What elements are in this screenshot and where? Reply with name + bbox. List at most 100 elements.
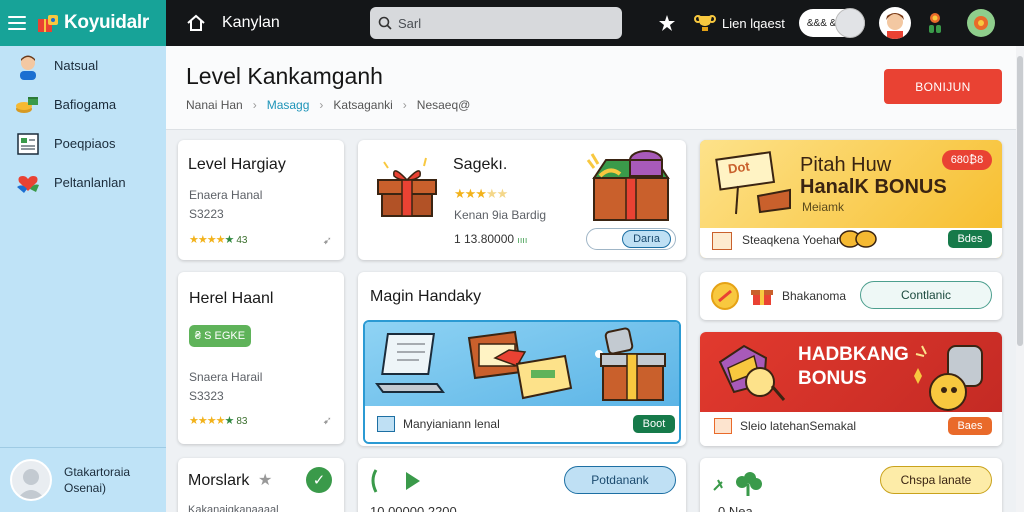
breadcrumb-item-active[interactable]: Masagg	[267, 98, 310, 112]
rating-stars: ★★★★★ 83	[189, 415, 248, 427]
arrow-icon[interactable]: ➹	[323, 234, 332, 247]
user-avatar-icon[interactable]	[878, 7, 911, 39]
red-promo-button[interactable]: Baes	[948, 417, 992, 435]
laptop-icon	[375, 333, 445, 393]
level-card-2[interactable]: Herel Haanl ₴ S EGKE Snaera Harail S3323…	[178, 272, 344, 444]
topbar: Kanylan Sarl Lien lqaest &&& &&	[166, 0, 1024, 46]
gift-small-icon	[751, 290, 773, 305]
hamburger-menu-icon[interactable]	[8, 16, 26, 30]
breadcrumb-item[interactable]: Nesaeq@	[417, 98, 471, 112]
page-header: Level Kankamganh Nanai Han › Masagg › Ka…	[166, 46, 1016, 130]
brand-bar: Koyuidalr	[0, 0, 166, 46]
bonus-promo-card[interactable]: Dot Pitah Huw HanalK BONUS Meiamk 680₿8 …	[700, 140, 1002, 258]
check-icon[interactable]: ✓	[306, 467, 332, 493]
marker-card[interactable]: Morslark ★ ✓ Kakanaiqkanaaaal	[178, 458, 344, 512]
settings-avatar-icon[interactable]	[966, 9, 995, 37]
home-icon[interactable]	[186, 13, 206, 33]
chevron-right-icon: ›	[252, 98, 257, 112]
star-icon[interactable]	[658, 14, 676, 32]
red-promo-title: HADBKANG	[798, 344, 909, 365]
profile-name: Gtakartoraia	[64, 465, 131, 479]
clover-button[interactable]: Chspa lanate	[880, 466, 992, 494]
promo-badge: 680₿8	[942, 150, 992, 170]
app-title[interactable]: Koyuidalr	[64, 12, 149, 34]
gem-house-icon	[718, 344, 786, 401]
promo-subtitle: HanalK BONUS	[800, 176, 947, 198]
card-title: Herel Haanl	[189, 290, 274, 307]
promo-button[interactable]: Bdes	[948, 230, 992, 248]
clipboard-icon	[14, 130, 42, 158]
grid-icon	[377, 416, 395, 432]
card-title: Level Hargiay	[188, 156, 286, 173]
breadcrumb-item[interactable]: Katsaganki	[333, 98, 392, 112]
continue-label: Bhakanoma	[782, 289, 847, 303]
arrow-icon[interactable]: ➹	[323, 414, 332, 427]
fire-icon[interactable]	[925, 11, 945, 35]
level-text: Lien lqaest	[722, 15, 785, 31]
continue-button[interactable]: Contlanic	[860, 281, 992, 309]
sign-post-icon	[715, 151, 791, 215]
logo-gift-icon	[38, 15, 58, 32]
rating-stars: ★★★★★	[454, 186, 508, 201]
phone-button[interactable]: Potdanank	[564, 466, 676, 494]
card-desc: Kenan 9ia Bardig	[454, 208, 547, 222]
red-bonus-card[interactable]: HADBKANG BONUS Sleio latehanSemakal Baes	[700, 332, 1002, 446]
money-box-icon	[467, 330, 573, 400]
search-icon	[378, 16, 392, 30]
coupon-icon	[712, 232, 732, 250]
sidebar-item-label: Peltanlanlan	[54, 175, 126, 190]
search-placeholder: Sarl	[398, 15, 422, 31]
topbar-title: Kanylan	[222, 14, 280, 31]
illustration-button[interactable]: Boot	[633, 415, 675, 433]
sidebar-item-poeqpiaos[interactable]: Poeqpiaos	[0, 124, 166, 163]
mode-toggle[interactable]: &&& &&	[798, 8, 865, 38]
card-line: Snaera Harail	[189, 370, 263, 384]
treasure-chest-icon	[586, 150, 670, 221]
sidebar-item-label: Poeqpiaos	[54, 136, 116, 151]
illustration-frame: Manyianiann lenal Boot	[363, 320, 681, 444]
magic-card[interactable]: Magin Handaky Manyianiann lenal Boot	[358, 272, 686, 446]
toggle-button-label: Darıa	[622, 230, 671, 248]
coins-icon	[839, 230, 877, 248]
level-card-1[interactable]: Level Hargiay Enaera Hanal S3223 ★★★★★ 43…	[178, 140, 344, 260]
level-badge: ₴ S EGKE	[189, 325, 251, 347]
sidebar-item-peltanlanlan[interactable]: Peltanlanlan	[0, 163, 166, 202]
phone-number: 10 00000 2200	[370, 504, 457, 512]
star-outline-icon[interactable]: ★	[258, 470, 272, 490]
profile-avatar-icon	[10, 459, 52, 501]
sidebar-item-label: Natsual	[54, 58, 99, 73]
topbar-actions: Lien lqaest &&& &&	[658, 7, 995, 39]
page-title: Level Kankamganh	[186, 63, 383, 89]
card-line: S3223	[189, 207, 224, 221]
phone-card[interactable]: Potdanank 10 00000 2200	[358, 458, 686, 512]
sign-text: Dot	[727, 158, 751, 177]
sidebar-profile[interactable]: Gtakartoraia Osenai)	[0, 447, 166, 512]
continue-card[interactable]: Bhakanoma Contlanic	[700, 272, 1002, 320]
scrollbar-thumb[interactable]	[1017, 56, 1023, 346]
sidebar-item-label: Bafiogama	[54, 97, 117, 112]
phone-arrow-icon	[371, 469, 420, 493]
card-line: S3323	[189, 389, 224, 403]
trophy-icon[interactable]	[694, 12, 716, 34]
gift-card[interactable]: Sagekı. ★★★★★ Kenan 9ia Bardig 1 13.8000…	[358, 140, 686, 260]
search-input[interactable]: Sarl	[370, 7, 622, 39]
red-promo-footer-text: Sleio latehanSemakal	[740, 419, 857, 433]
coins-icon	[14, 91, 42, 119]
clover-card[interactable]: Chspa lanate 0 Nea	[700, 458, 1002, 512]
bonus-button[interactable]: BONIJUN	[884, 69, 1002, 104]
sidebar-item-bafiogama[interactable]: Bafiogama	[0, 85, 166, 124]
price: 1 13.80000 ıııı	[454, 232, 528, 246]
view-toggle[interactable]: Darıa	[586, 228, 676, 250]
rating-stars: ★★★★★ 43	[189, 234, 248, 246]
gift-box-icon	[377, 157, 437, 217]
scrollbar[interactable]	[1016, 46, 1024, 512]
ticket-icon	[714, 418, 732, 434]
card-title: Magin Handaky	[370, 288, 482, 305]
user-avatar-icon	[14, 52, 42, 80]
heart-hands-icon	[14, 169, 42, 197]
sidebar-item-natsual[interactable]: Natsual	[0, 46, 166, 85]
breadcrumb-item[interactable]: Nanai Han	[186, 98, 243, 112]
breadcrumb: Nanai Han › Masagg › Katsaganki › Nesaeq…	[186, 98, 480, 112]
card-title: Morslark	[188, 472, 250, 489]
red-promo-subtitle: BONUS	[798, 368, 867, 389]
